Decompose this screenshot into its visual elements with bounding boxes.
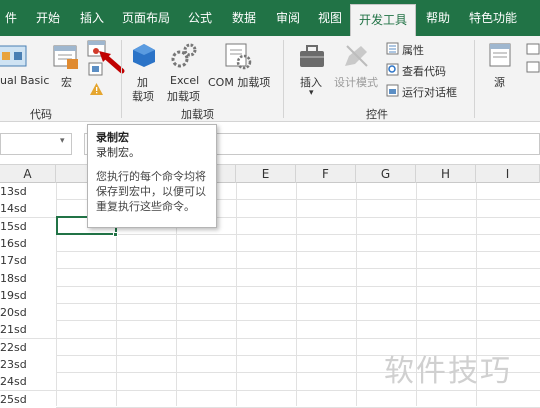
table-row: 21sd <box>0 321 540 339</box>
tab-page-layout[interactable]: 页面布局 <box>118 0 174 36</box>
name-box-dropdown-icon[interactable]: ▾ <box>60 136 65 146</box>
column-header-f[interactable]: F <box>296 165 356 183</box>
tab-file[interactable]: 件 <box>0 0 22 36</box>
table-row: 14sd <box>0 200 540 218</box>
cell-a[interactable]: 24sd <box>0 373 56 391</box>
excel-add-ins-label[interactable]: Excel <box>170 74 199 87</box>
tab-home[interactable]: 开始 <box>30 0 66 36</box>
cell-a[interactable]: 20sd <box>0 304 56 322</box>
watermark-text: 软件技巧 <box>384 354 512 389</box>
com-add-ins-button[interactable]: COM 加载项 <box>208 74 270 90</box>
xml-map-properties-icon[interactable] <box>526 42 540 82</box>
source-button[interactable]: 源 <box>494 74 505 90</box>
group-divider <box>283 40 284 118</box>
column-header-a[interactable]: A <box>0 165 56 183</box>
cell-a[interactable]: 17sd <box>0 252 56 270</box>
excel-add-ins-label-2[interactable]: 加载项 <box>167 88 200 104</box>
cell-a[interactable]: 23sd <box>0 356 56 373</box>
tab-insert[interactable]: 插入 <box>74 0 110 36</box>
insert-dropdown-arrow[interactable]: ▾ <box>309 88 314 98</box>
group-controls-label: 控件 <box>366 108 388 121</box>
excel-add-ins-icon[interactable] <box>170 42 198 70</box>
run-dialog-icon[interactable] <box>386 84 399 97</box>
properties-icon[interactable] <box>386 42 399 55</box>
tab-help[interactable]: 帮助 <box>420 0 456 36</box>
macro-security-icon[interactable] <box>89 82 104 96</box>
column-header-bar: A E F G H I <box>0 165 540 183</box>
view-code-button[interactable]: 查看代码 <box>402 63 446 79</box>
tooltip-title: 录制宏 <box>96 131 129 144</box>
table-row: 13sd <box>0 183 540 201</box>
table-row: 19sd <box>0 286 540 305</box>
visual-basic-button[interactable]: ual Basic <box>0 74 49 87</box>
cell-a[interactable]: 13sd <box>0 183 56 200</box>
visual-basic-icon[interactable] <box>0 42 30 68</box>
column-header-g[interactable]: G <box>356 165 416 183</box>
design-mode-button[interactable]: 设计模式 <box>334 74 378 90</box>
column-header-e[interactable]: E <box>236 165 296 183</box>
properties-button[interactable]: 属性 <box>402 42 424 58</box>
tab-formulas[interactable]: 公式 <box>182 0 218 36</box>
ribbon-panel: ual Basic 宏 代码 加 载项 Excel 加载项 COM 加载项 加载… <box>0 36 540 122</box>
formula-bar-area: ▾ <box>0 123 540 165</box>
tab-developer[interactable]: 开发工具 <box>350 4 416 36</box>
cell-a[interactable]: 22sd <box>0 338 56 356</box>
tab-review[interactable]: 审阅 <box>270 0 306 36</box>
cell-a[interactable]: 19sd <box>0 286 56 304</box>
run-dialog-button[interactable]: 运行对话框 <box>402 84 457 100</box>
cell-a[interactable]: 16sd <box>0 234 56 252</box>
group-add-ins-label: 加载项 <box>181 108 214 121</box>
table-row: 25sd <box>0 390 540 408</box>
source-icon[interactable] <box>488 42 512 68</box>
column-header-i[interactable]: I <box>476 165 540 183</box>
column-header-h[interactable]: H <box>416 165 476 183</box>
view-code-icon[interactable] <box>386 63 399 76</box>
macro-icon[interactable] <box>52 44 80 70</box>
cell-a[interactable]: 18sd <box>0 269 56 287</box>
table-row: 18sd <box>0 269 540 287</box>
add-ins-label-2[interactable]: 载项 <box>132 88 154 104</box>
cell-a[interactable]: 25sd <box>0 390 56 408</box>
com-add-ins-icon[interactable] <box>224 42 252 70</box>
tooltip-description: 您执行的每个命令均将保存到宏中，以便可以重复执行这些命令。 <box>96 170 206 213</box>
fill-handle[interactable] <box>113 232 118 237</box>
design-mode-icon[interactable] <box>341 42 371 70</box>
table-row: 20sd <box>0 304 540 322</box>
add-ins-icon[interactable] <box>131 42 157 68</box>
macro-button[interactable]: 宏 <box>61 74 72 90</box>
table-row: 17sd <box>0 252 540 270</box>
group-divider <box>121 40 122 118</box>
ribbon-tab-bar: 件 开始 插入 页面布局 公式 数据 审阅 视图 开发工具 帮助 特色功能 <box>0 0 540 36</box>
cell-a[interactable]: 15sd <box>0 217 56 235</box>
cell-a[interactable]: 14sd <box>0 200 56 218</box>
toolbox-icon[interactable] <box>297 42 327 70</box>
table-row: 16sd <box>0 234 540 253</box>
tooltip-subtitle: 录制宏。 <box>96 146 140 159</box>
tab-special-features[interactable]: 特色功能 <box>462 0 524 36</box>
tab-view[interactable]: 视图 <box>312 0 348 36</box>
group-code-label: 代码 <box>30 108 52 121</box>
group-divider <box>474 40 475 118</box>
record-macro-tooltip: 录制宏 录制宏。 您执行的每个命令均将保存到宏中，以便可以重复执行这些命令。 <box>87 124 217 228</box>
cell-a[interactable]: 21sd <box>0 321 56 339</box>
tab-data[interactable]: 数据 <box>226 0 262 36</box>
